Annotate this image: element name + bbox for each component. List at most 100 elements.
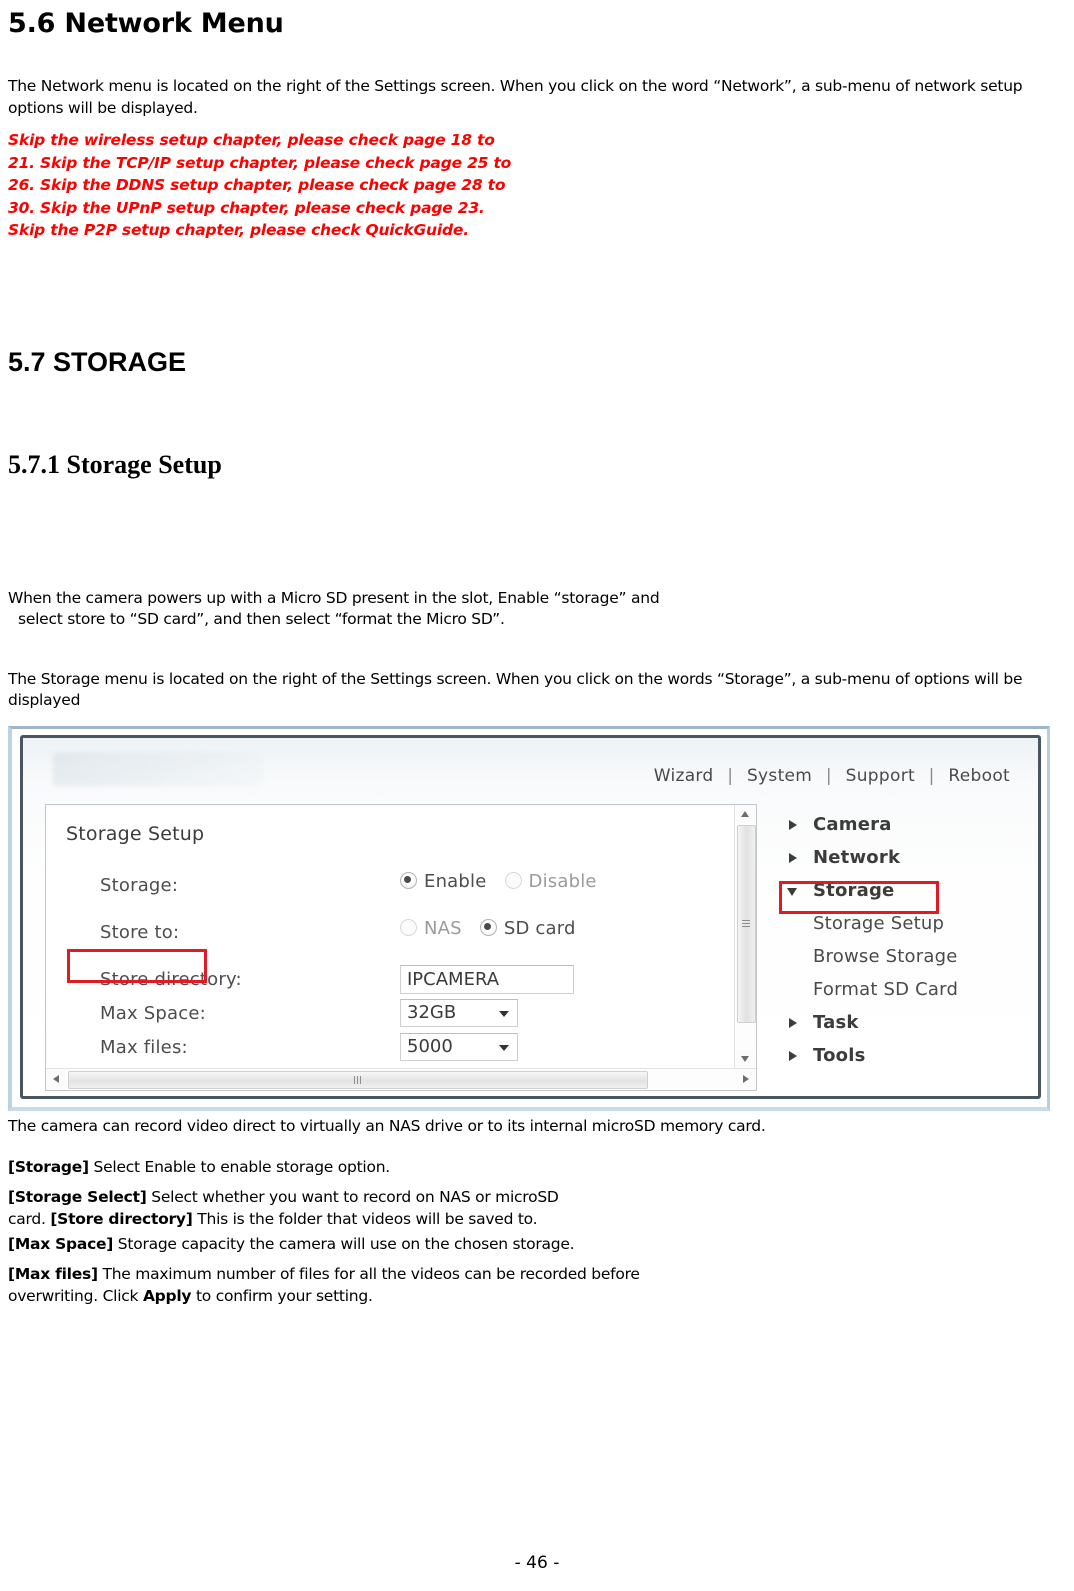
closing-apply-word: Apply: [142, 1286, 192, 1305]
settings-menu-tree: Camera Network Storage Storage Setup Bro…: [779, 808, 1038, 1072]
menu-item-tools[interactable]: Tools: [779, 1039, 1038, 1072]
radio-label-storage-enable[interactable]: Enable: [424, 871, 487, 892]
heading-network-menu: 5.6 Network Menu: [8, 8, 284, 39]
topnav-reboot[interactable]: Reboot: [944, 766, 1014, 786]
menu-item-storage-setup-label: Storage Setup: [813, 912, 945, 934]
topnav-separator-1: |: [727, 765, 734, 786]
caret-down-icon: [787, 887, 797, 896]
form-row-storage: Storage: Enable Disable: [100, 871, 724, 918]
definition-storage: [Storage] Select Enable to enable storag…: [8, 1157, 1066, 1178]
menu-item-network[interactable]: Network: [779, 841, 1038, 874]
form-row-max-files: Max files: 5000: [100, 1032, 724, 1067]
horizontal-scroll-thumb[interactable]: [68, 1070, 648, 1089]
panel-body: Storage Setup Storage: Enable Disable St…: [46, 805, 734, 1068]
scroll-down-button[interactable]: [735, 1049, 756, 1068]
radio-label-storage-disable[interactable]: Disable: [529, 871, 597, 892]
radio-label-store-to-nas[interactable]: NAS: [424, 918, 462, 939]
select-max-space[interactable]: 32GB: [400, 998, 518, 1027]
select-max-space-value: 32GB: [407, 1001, 457, 1023]
form-row-store-directory: Store directory: IPCAMERA: [100, 964, 724, 999]
menu-item-storage-label: Storage: [813, 879, 895, 901]
caret-up-icon: [741, 810, 749, 817]
radio-storage-enable[interactable]: [400, 871, 417, 889]
scroll-grip-icon: [742, 919, 750, 928]
topnav-system[interactable]: System: [743, 766, 816, 786]
storage-para1-line2: select store to “SD card”, and then sele…: [18, 610, 505, 629]
heading-storage-setup: 5.7.1 Storage Setup: [8, 449, 222, 479]
control-store-to: NAS SD card: [400, 918, 594, 939]
form-row-store-to: Store to: NAS SD card: [100, 918, 724, 965]
scroll-left-button[interactable]: [46, 1068, 66, 1090]
vertical-scroll-thumb[interactable]: [737, 824, 756, 1023]
screenshot-outer-frame: Wizard | System | Support | Reboot Stora…: [8, 725, 1050, 1111]
definition-term-max-files: [Max files]: [8, 1265, 98, 1284]
menu-item-storage[interactable]: Storage: [779, 874, 1038, 907]
control-store-directory: IPCAMERA: [400, 964, 574, 994]
control-max-files: 5000: [400, 1032, 518, 1061]
definition-store-directory: card. [Store directory] This is the fold…: [8, 1209, 1066, 1230]
definition-text-storage: Select Enable to enable storage option.: [88, 1157, 391, 1176]
label-store-to: Store to:: [100, 921, 180, 943]
caret-left-icon: [53, 1074, 59, 1083]
caret-right-icon: [789, 852, 797, 863]
definition-storage-select: [Storage Select] Select whether you want…: [8, 1187, 1066, 1208]
menu-item-format-sd-card[interactable]: Format SD Card: [779, 973, 1038, 1006]
menu-item-format-sd-card-label: Format SD Card: [813, 978, 959, 1000]
notice-line-5: Skip the P2P setup chapter, please check…: [8, 221, 469, 240]
radio-store-to-sd-card[interactable]: [479, 918, 497, 936]
menu-item-network-label: Network: [813, 846, 901, 868]
definition-max-space: [Max Space] Storage capacity the camera …: [8, 1234, 1066, 1255]
embedded-screenshot: Wizard | System | Support | Reboot Stora…: [8, 725, 1066, 1116]
menu-item-task-label: Task: [813, 1011, 859, 1033]
network-intro-paragraph: The Network menu is located on the right…: [8, 77, 1023, 117]
browser-window-frame: Wizard | System | Support | Reboot Stora…: [20, 734, 1041, 1099]
topnav-wizard[interactable]: Wizard: [650, 766, 718, 786]
scroll-right-button[interactable]: [736, 1068, 756, 1090]
definition-text-store-directory: This is the folder that videos will be s…: [192, 1209, 538, 1228]
definition-text-max-space: Storage capacity the camera will use on …: [113, 1235, 575, 1254]
menu-item-browse-storage[interactable]: Browse Storage: [779, 940, 1038, 973]
label-storage: Storage:: [100, 874, 179, 896]
closing-prefix: overwriting. Click: [8, 1286, 143, 1305]
chevron-down-icon: [499, 1044, 509, 1051]
top-navigation: Wizard | System | Support | Reboot: [650, 766, 1014, 786]
chevron-down-icon: [499, 1010, 509, 1017]
control-storage: Enable Disable: [400, 871, 615, 892]
scroll-up-button[interactable]: [735, 804, 756, 823]
select-max-files[interactable]: 5000: [400, 1032, 518, 1061]
menu-item-camera[interactable]: Camera: [779, 808, 1038, 841]
storage-setup-panel: Storage Setup Storage: Enable Disable St…: [45, 803, 757, 1091]
app-logo: [53, 751, 263, 786]
definition-prefix-store-directory: card.: [8, 1209, 51, 1228]
menu-item-storage-setup[interactable]: Storage Setup: [779, 907, 1038, 940]
panel-horizontal-scrollbar[interactable]: [46, 1067, 756, 1090]
topnav-separator-3: |: [928, 765, 935, 786]
label-max-space: Max Space:: [100, 1002, 206, 1024]
definition-term-storage: [Storage]: [8, 1157, 89, 1176]
panel-title: Storage Setup: [66, 822, 205, 845]
radio-store-to-nas[interactable]: [400, 918, 417, 936]
caret-right-icon: [789, 1050, 797, 1061]
topnav-support[interactable]: Support: [842, 766, 919, 786]
form-row-max-space: Max Space: 32GB: [100, 998, 724, 1033]
menu-item-task[interactable]: Task: [779, 1006, 1038, 1039]
label-max-files: Max files:: [100, 1036, 188, 1058]
input-store-directory[interactable]: IPCAMERA: [400, 964, 574, 994]
definition-text-max-files: The maximum number of files for all the …: [97, 1265, 640, 1284]
topnav-separator-2: |: [825, 765, 832, 786]
definition-term-storage-select: [Storage Select]: [8, 1188, 147, 1207]
menu-item-browse-storage-label: Browse Storage: [813, 945, 958, 967]
app-page-background: Wizard | System | Support | Reboot Stora…: [23, 737, 1038, 1096]
definition-term-store-directory: [Store directory]: [50, 1209, 193, 1228]
panel-vertical-scrollbar[interactable]: [734, 804, 756, 1068]
caret-right-icon: [789, 819, 797, 830]
menu-item-camera-label: Camera: [813, 813, 892, 835]
label-store-directory: Store directory:: [100, 968, 242, 990]
caret-right-icon: [789, 1017, 797, 1028]
menu-item-tools-label: Tools: [813, 1044, 866, 1066]
caret-right-icon: [743, 1074, 749, 1083]
network-notice-block: Skip the wireless setup chapter, please …: [8, 129, 1066, 241]
radio-storage-disable[interactable]: [504, 871, 522, 889]
radio-label-store-to-sd-card[interactable]: SD card: [504, 918, 576, 939]
select-max-files-value: 5000: [407, 1035, 453, 1057]
